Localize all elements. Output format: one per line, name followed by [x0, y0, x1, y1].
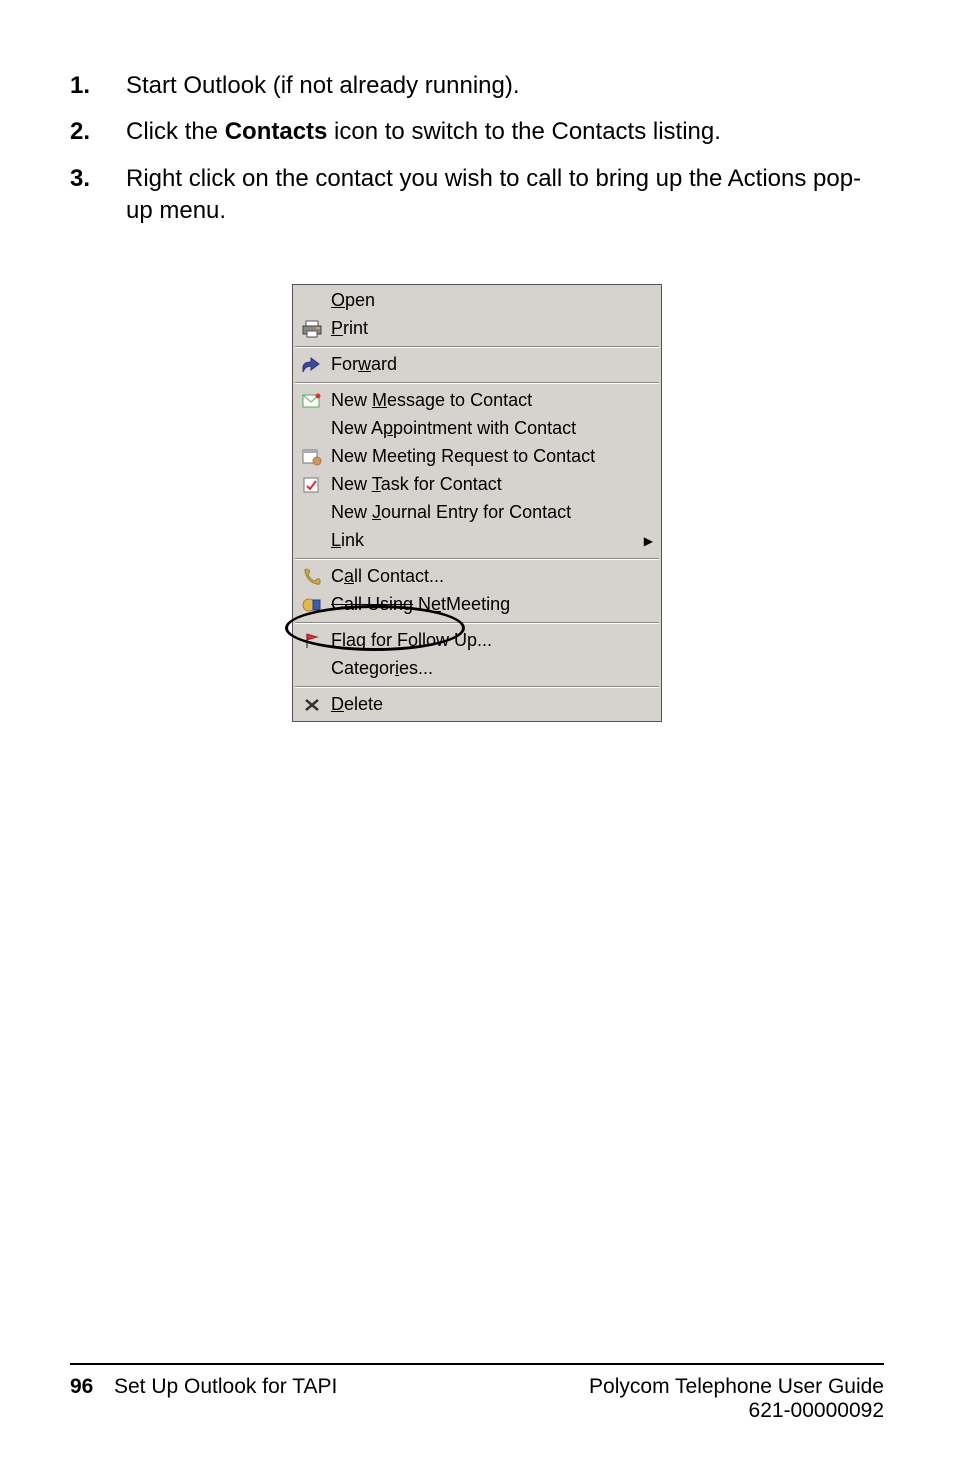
menu-separator — [295, 622, 659, 624]
menu-link[interactable]: Link ▶ — [293, 527, 661, 555]
step-number: 3. — [70, 163, 126, 228]
menu-forward[interactable]: Forward — [293, 351, 661, 379]
menu-label: Open — [331, 290, 653, 311]
menu-label: Flag for Follow Up... — [331, 630, 653, 651]
menu-new-meeting[interactable]: New Meeting Request to Contact — [293, 443, 661, 471]
menu-label: Forward — [331, 354, 653, 375]
menu-categories[interactable]: Categories... — [293, 655, 661, 683]
menu-label: Call Contact... — [331, 566, 653, 587]
menu-new-message[interactable]: New Message to Contact — [293, 387, 661, 415]
menu-separator — [295, 558, 659, 560]
netmeeting-icon — [299, 594, 325, 616]
menu-label: New Appointment with Contact — [331, 418, 653, 439]
page-footer: 96 Set Up Outlook for TAPI Polycom Telep… — [0, 1363, 954, 1423]
blank-icon — [299, 418, 325, 440]
step-2: 2. Click the Contacts icon to switch to … — [70, 116, 884, 148]
menu-new-journal[interactable]: New Journal Entry for Contact — [293, 499, 661, 527]
step-number: 1. — [70, 70, 126, 102]
menu-new-task[interactable]: New Task for Contact — [293, 471, 661, 499]
menu-call-netmeeting[interactable]: Call Using NetMeeting — [293, 591, 661, 619]
menu-label: Link — [331, 530, 644, 551]
menu-print[interactable]: Print — [293, 315, 661, 343]
context-menu-screenshot: Open Print Forward New Messag — [70, 284, 884, 722]
page-content: 1. Start Outlook (if not already running… — [0, 0, 954, 722]
step-1: 1. Start Outlook (if not already running… — [70, 70, 884, 102]
menu-flag[interactable]: Flag for Follow Up... — [293, 627, 661, 655]
forward-icon — [299, 354, 325, 376]
step-text: Click the Contacts icon to switch to the… — [126, 116, 884, 148]
menu-open[interactable]: Open — [293, 287, 661, 315]
menu-label: New Message to Contact — [331, 390, 653, 411]
task-icon — [299, 474, 325, 496]
delete-icon — [299, 694, 325, 716]
menu-new-appointment[interactable]: New Appointment with Contact — [293, 415, 661, 443]
blank-icon — [299, 658, 325, 680]
menu-separator — [295, 346, 659, 348]
menu-label: Delete — [331, 694, 653, 715]
message-icon — [299, 390, 325, 412]
menu-label: Call Using NetMeeting — [331, 594, 653, 615]
menu-separator — [295, 686, 659, 688]
blank-icon — [299, 502, 325, 524]
context-menu: Open Print Forward New Messag — [292, 284, 662, 722]
footer-doc-number: 621-00000092 — [589, 1399, 884, 1423]
menu-label: New Journal Entry for Contact — [331, 502, 653, 523]
flag-icon — [299, 630, 325, 652]
meeting-icon — [299, 446, 325, 468]
footer-left: 96 Set Up Outlook for TAPI — [70, 1375, 337, 1423]
blank-icon — [299, 530, 325, 552]
step-bold: Contacts — [225, 118, 328, 145]
step-suffix: icon to switch to the Contacts listing. — [327, 118, 721, 145]
printer-icon — [299, 318, 325, 340]
footer-section-title: Set Up Outlook for TAPI — [114, 1375, 337, 1423]
submenu-arrow-icon: ▶ — [644, 534, 653, 548]
footer-right: Polycom Telephone User Guide 621-0000009… — [589, 1375, 884, 1423]
step-prefix: Click the — [126, 118, 225, 145]
blank-icon — [299, 290, 325, 312]
step-3: 3. Right click on the contact you wish t… — [70, 163, 884, 228]
footer-rule — [70, 1363, 884, 1365]
phone-icon — [299, 566, 325, 588]
menu-label: Print — [331, 318, 653, 339]
menu-label: New Task for Contact — [331, 474, 653, 495]
menu-separator — [295, 382, 659, 384]
menu-label: New Meeting Request to Contact — [331, 446, 653, 467]
page-number: 96 — [70, 1375, 114, 1423]
step-text: Right click on the contact you wish to c… — [126, 163, 884, 228]
menu-call-contact[interactable]: Call Contact... — [293, 563, 661, 591]
menu-delete[interactable]: Delete — [293, 691, 661, 719]
step-text: Start Outlook (if not already running). — [126, 70, 884, 102]
footer-doc-title: Polycom Telephone User Guide — [589, 1375, 884, 1399]
step-number: 2. — [70, 116, 126, 148]
footer-row: 96 Set Up Outlook for TAPI Polycom Telep… — [70, 1375, 884, 1423]
menu-label: Categories... — [331, 658, 653, 679]
